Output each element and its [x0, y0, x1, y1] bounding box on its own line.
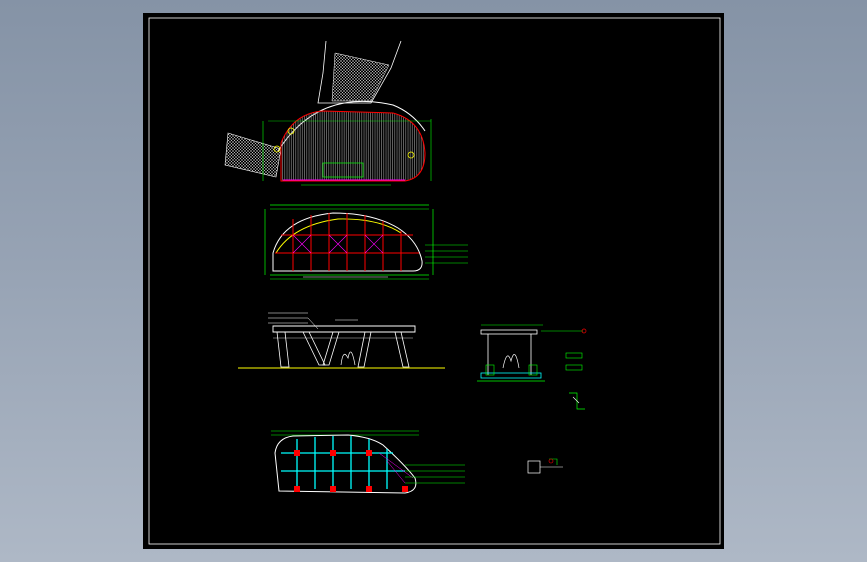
cad-drawing [148, 17, 721, 545]
foundation-plan [271, 430, 465, 494]
left-path-paving [224, 132, 282, 178]
roof-framing-plan [264, 204, 468, 280]
upper-path-paving [331, 52, 390, 102]
small-detail [527, 458, 563, 474]
foundation-outline [274, 434, 417, 494]
plan-view [224, 40, 432, 186]
elevation-view [238, 312, 445, 369]
cad-model-viewport[interactable] [143, 13, 724, 549]
section-detail [477, 324, 587, 410]
plan-outline [280, 110, 426, 182]
roof-outline [272, 212, 423, 272]
